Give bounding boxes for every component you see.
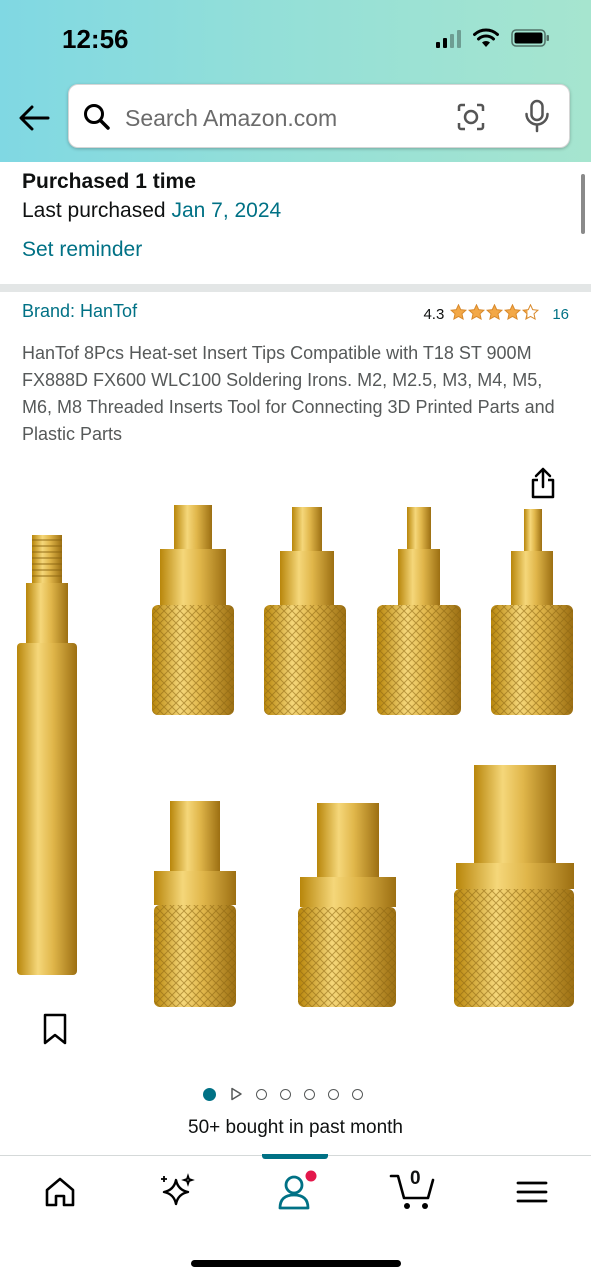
- product-image[interactable]: [0, 495, 591, 1015]
- rating-stars: [450, 303, 540, 325]
- app-header: 12:56 Search Amazon.com: [0, 0, 591, 162]
- product-title: HanTof 8Pcs Heat-set Insert Tips Compati…: [22, 343, 555, 444]
- tip-row-bottom: [154, 765, 574, 1007]
- home-icon[interactable]: [40, 1172, 80, 1212]
- account-icon[interactable]: [274, 1170, 318, 1214]
- search-placeholder[interactable]: Search Amazon.com: [125, 105, 337, 132]
- rating-summary[interactable]: 4.3 16: [423, 303, 569, 325]
- status-time: 12:56: [62, 24, 129, 54]
- ai-sparkle-icon[interactable]: [156, 1172, 196, 1212]
- pagination-dot[interactable]: [256, 1088, 267, 1100]
- brand-link[interactable]: Brand: HanTof: [22, 301, 137, 322]
- tip-row-top: [152, 505, 573, 715]
- pagination-dot[interactable]: [280, 1088, 291, 1100]
- status-icons: [436, 28, 551, 48]
- pagination-dot[interactable]: [328, 1088, 339, 1100]
- cart-count: 0: [410, 1168, 421, 1189]
- microphone-icon[interactable]: [523, 99, 551, 133]
- star-icon: [486, 303, 504, 320]
- search-icon: [84, 104, 110, 130]
- scrollbar[interactable]: [581, 174, 585, 234]
- rating-value: 4.3: [423, 306, 445, 323]
- last-purchased: Last purchased Jan 7, 2024: [22, 199, 281, 223]
- star-icon: [468, 303, 486, 320]
- image-pagination[interactable]: [203, 1087, 363, 1101]
- extension-rod: [17, 535, 77, 975]
- star-icon: [450, 303, 468, 320]
- back-arrow-icon[interactable]: [16, 100, 52, 136]
- home-indicator: [191, 1260, 401, 1267]
- cellular-signal-icon: [436, 28, 461, 48]
- star-icon: [504, 303, 522, 320]
- video-play-icon[interactable]: [229, 1087, 243, 1101]
- search-bar[interactable]: Search Amazon.com: [68, 84, 570, 148]
- wifi-icon: [473, 28, 499, 47]
- last-purchased-label: Last purchased: [22, 199, 166, 222]
- pagination-dot[interactable]: [304, 1088, 315, 1100]
- bought-in-past-month: 50+ bought in past month: [188, 1117, 403, 1138]
- menu-icon[interactable]: [512, 1172, 552, 1212]
- star-icon: [522, 303, 540, 320]
- battery-icon: [511, 29, 549, 47]
- star-rating-graphic: [450, 303, 540, 320]
- active-tab-indicator: [262, 1154, 328, 1159]
- section-divider: [0, 284, 591, 292]
- rating-count-link[interactable]: 16: [552, 306, 569, 323]
- pagination-dot[interactable]: [203, 1087, 216, 1101]
- bookmark-icon[interactable]: [42, 1012, 68, 1046]
- pagination-dot[interactable]: [352, 1088, 363, 1100]
- last-purchased-date-link[interactable]: Jan 7, 2024: [171, 199, 281, 222]
- purchase-count: Purchased 1 time: [22, 170, 196, 193]
- set-reminder-link[interactable]: Set reminder: [22, 238, 142, 262]
- cart-button[interactable]: 0: [388, 1166, 438, 1212]
- camera-search-icon[interactable]: [455, 101, 487, 133]
